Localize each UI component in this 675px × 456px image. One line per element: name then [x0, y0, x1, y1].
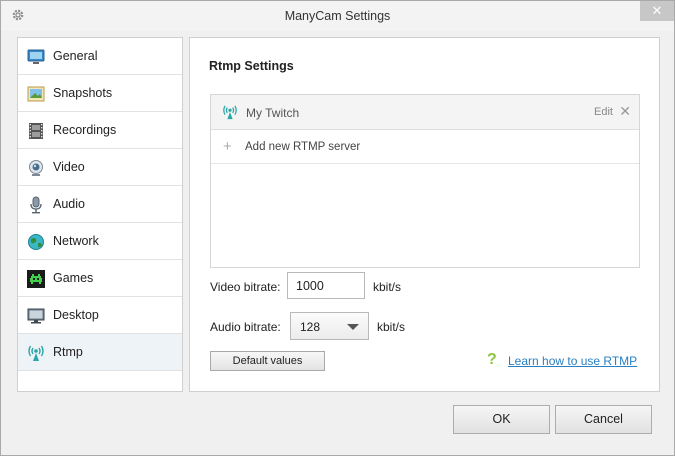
rtmp-server-item[interactable]: My Twitch Edit ✕: [211, 95, 639, 130]
sidebar-item-label: Recordings: [53, 123, 117, 137]
ok-button[interactable]: OK: [453, 405, 550, 434]
sidebar-item-desktop[interactable]: Desktop: [18, 297, 182, 334]
broadcast-icon: [27, 344, 45, 362]
window-title: ManyCam Settings: [284, 9, 391, 23]
remove-server-icon[interactable]: ✕: [619, 103, 631, 120]
sidebar-item-label: Network: [53, 234, 99, 248]
sidebar-item-label: Games: [53, 271, 94, 285]
page-title: Rtmp Settings: [209, 59, 294, 73]
sidebar-item-games[interactable]: Games: [18, 260, 182, 297]
sidebar-item-snapshots[interactable]: Snapshots: [18, 75, 182, 112]
server-name: My Twitch: [246, 106, 300, 120]
sidebar-item-rtmp[interactable]: Rtmp: [18, 334, 182, 371]
sidebar-item-audio[interactable]: Audio: [18, 186, 182, 223]
edit-server-link[interactable]: Edit: [594, 106, 613, 118]
sidebar-item-recordings[interactable]: Recordings: [18, 112, 182, 149]
globe-icon: [27, 233, 45, 251]
sidebar-item-label: Rtmp: [53, 345, 83, 359]
settings-window: ManyCam Settings ✕ General Snapshots Rec…: [0, 0, 675, 456]
space-invader-icon: [27, 270, 45, 288]
microphone-icon: [27, 196, 45, 214]
video-bitrate-label: Video bitrate:: [210, 280, 281, 294]
monitor-icon: [27, 48, 45, 66]
settings-sidebar: General Snapshots Recordings Video Audio…: [17, 37, 183, 392]
add-server-label: Add new RTMP server: [245, 141, 361, 153]
audio-bitrate-label: Audio bitrate:: [210, 320, 281, 334]
sidebar-item-label: Snapshots: [53, 86, 113, 100]
window-close-button[interactable]: ✕: [640, 1, 674, 21]
webcam-icon: [27, 159, 45, 177]
learn-rtmp-link[interactable]: Learn how to use RTMP: [508, 354, 637, 368]
desktop-icon: [27, 307, 45, 325]
sidebar-item-general[interactable]: General: [18, 38, 182, 75]
audio-bitrate-unit: kbit/s: [377, 320, 406, 334]
title-bar: ManyCam Settings ✕: [1, 1, 674, 31]
add-rtmp-server-button[interactable]: + Add new RTMP server: [211, 130, 639, 164]
sidebar-item-label: Audio: [53, 197, 85, 211]
cancel-button[interactable]: Cancel: [555, 405, 652, 434]
rtmp-server-list: My Twitch Edit ✕ + Add new RTMP server: [210, 94, 640, 268]
sidebar-item-label: General: [53, 49, 98, 63]
chevron-down-icon: [347, 324, 359, 330]
film-icon: [27, 122, 45, 140]
snapshot-icon: [27, 85, 45, 103]
sidebar-item-label: Video: [53, 160, 85, 174]
audio-bitrate-value: 128: [300, 320, 321, 334]
video-bitrate-unit: kbit/s: [373, 280, 402, 294]
broadcast-icon: [222, 104, 238, 120]
sidebar-item-network[interactable]: Network: [18, 223, 182, 260]
rtmp-settings-panel: Rtmp Settings My Twitch Edit ✕ + Add new…: [189, 37, 660, 392]
default-values-button[interactable]: Default values: [210, 351, 325, 371]
audio-bitrate-select[interactable]: 128: [290, 312, 369, 340]
sidebar-item-video[interactable]: Video: [18, 149, 182, 186]
plus-icon: +: [223, 138, 232, 155]
video-bitrate-input[interactable]: [287, 272, 365, 299]
sidebar-item-label: Desktop: [53, 308, 99, 322]
question-mark-icon: ?: [487, 351, 497, 368]
